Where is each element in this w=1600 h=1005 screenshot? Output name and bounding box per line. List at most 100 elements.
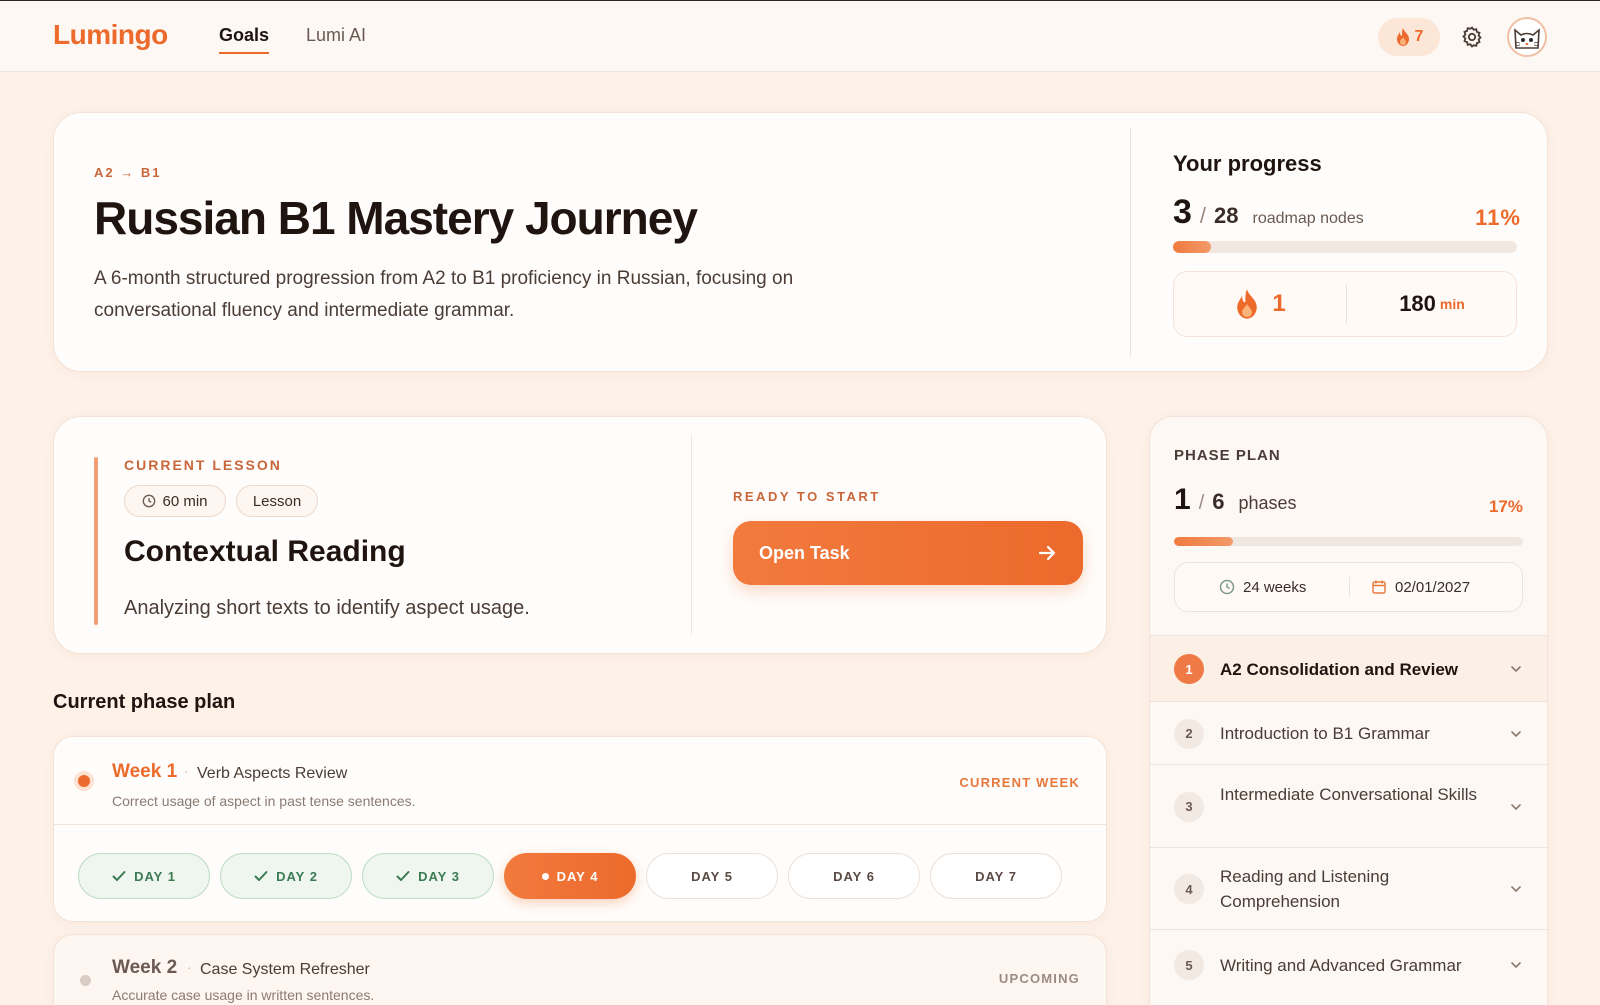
week-goal: Correct usage of aspect in past tense se… xyxy=(112,793,416,809)
cat-avatar-icon xyxy=(1514,28,1540,49)
phase-percent: 17% xyxy=(1488,497,1523,516)
phase-number: 3 xyxy=(1174,791,1204,822)
lesson-type-chip: Lesson xyxy=(236,485,318,517)
chevron-down-icon[interactable] xyxy=(1509,958,1523,972)
day-pill-3[interactable]: DAY 3 xyxy=(362,853,494,899)
progress-bar-fill xyxy=(1173,241,1211,253)
phase-done: 1 xyxy=(1174,483,1191,516)
goal-card: A2 → B1 Russian B1 Mastery Journey A 6-m… xyxy=(53,112,1548,372)
phase-name: Introduction to B1 Grammar xyxy=(1220,724,1430,743)
phase-end-date-text: 02/01/2027 xyxy=(1395,578,1471,596)
nav-tab-goals[interactable]: Goals xyxy=(219,25,270,54)
lesson-tag: CURRENT LESSON xyxy=(124,457,282,473)
day-label: DAY 2 xyxy=(276,868,318,884)
day-label: DAY 6 xyxy=(833,868,875,884)
phase-name: Reading and Listening Comprehension xyxy=(1220,867,1390,911)
divider xyxy=(1349,577,1350,597)
minutes-unit: min xyxy=(1439,296,1465,312)
progress-done: 3 xyxy=(1173,193,1192,231)
day-pill-1[interactable]: DAY 1 xyxy=(78,853,210,899)
phase-name: A2 Consolidation and Review xyxy=(1220,659,1459,679)
lesson-description: Analyzing short texts to identify aspect… xyxy=(124,597,530,619)
open-task-label: Open Task xyxy=(759,542,850,563)
phase-item-1[interactable]: 1 A2 Consolidation and Review xyxy=(1150,635,1547,701)
week-header[interactable]: Week 1 · Verb Aspects Review Correct usa… xyxy=(54,737,1106,825)
calendar-icon xyxy=(1372,580,1386,594)
phase-total: 6 xyxy=(1212,489,1225,514)
streak-stat: 1 xyxy=(1174,272,1346,336)
check-icon xyxy=(396,871,410,881)
nav-tab-lumi-ai[interactable]: Lumi AI xyxy=(306,25,366,52)
progress-title: Your progress xyxy=(1173,151,1322,176)
phase-slash: / xyxy=(1198,492,1205,514)
progress-total: 28 xyxy=(1214,203,1239,228)
open-task-button[interactable]: Open Task xyxy=(733,521,1083,585)
phase-item-4[interactable]: 4 Reading and Listening Comprehension xyxy=(1150,847,1547,929)
gear-icon[interactable] xyxy=(1460,25,1484,49)
phase-name: Writing and Advanced Grammar xyxy=(1220,955,1462,975)
phase-unit: phases xyxy=(1238,493,1297,513)
lesson-accent-bar xyxy=(94,457,98,625)
divider xyxy=(691,435,692,635)
phase-item-5[interactable]: 5 Writing and Advanced Grammar xyxy=(1150,929,1547,999)
chevron-down-icon[interactable] xyxy=(1509,662,1523,676)
phase-number: 5 xyxy=(1174,950,1204,980)
progress-stats: 1 180 min xyxy=(1173,271,1517,337)
phase-plan-label: PHASE PLAN xyxy=(1174,447,1281,464)
lesson-type: Lesson xyxy=(252,492,302,510)
phase-section-title: Current phase plan xyxy=(53,691,236,713)
phase-end-date: 02/01/2027 xyxy=(1371,563,1470,611)
check-icon xyxy=(254,871,268,881)
progress-label: roadmap nodes xyxy=(1252,210,1364,227)
chevron-down-icon[interactable] xyxy=(1509,727,1523,741)
divider xyxy=(1130,127,1131,357)
phase-number: 2 xyxy=(1174,718,1204,749)
progress-bar xyxy=(1173,241,1517,253)
progress-count: 3 / 28 roadmap nodes xyxy=(1173,193,1364,232)
lesson-duration: 60 min xyxy=(162,492,208,510)
phase-plan-card: PHASE PLAN 1 / 6 phases 17% 24 weeks 02/… xyxy=(1149,416,1548,1005)
day-label: DAY 1 xyxy=(134,868,176,884)
avatar[interactable] xyxy=(1507,17,1547,57)
week-status: CURRENT WEEK xyxy=(959,775,1080,790)
week-name: Week 2 xyxy=(112,957,178,978)
current-week-dot xyxy=(78,775,90,787)
week-status: UPCOMING xyxy=(998,971,1080,986)
day-pill-4[interactable]: DAY 4 xyxy=(504,853,636,899)
brand-logo[interactable]: Lumingo xyxy=(53,19,168,51)
ready-label: READY TO START xyxy=(733,489,881,504)
goal-title: Russian B1 Mastery Journey xyxy=(94,192,698,244)
goal-level-tag: A2 → B1 xyxy=(94,165,162,180)
phase-progress-bar xyxy=(1174,537,1523,546)
chevron-down-icon[interactable] xyxy=(1509,882,1523,896)
flame-icon xyxy=(1237,289,1258,319)
streak-badge[interactable]: 7 xyxy=(1378,18,1440,56)
week-dot xyxy=(80,975,91,986)
week-topic: Verb Aspects Review xyxy=(197,765,348,782)
phase-item-3[interactable]: 3 Intermediate Conversational Skills xyxy=(1150,764,1547,847)
day-pill-6[interactable]: DAY 6 xyxy=(788,853,920,899)
minutes-stat: 180 min xyxy=(1346,272,1518,336)
week-topic: Case System Refresher xyxy=(200,961,370,978)
clock-icon xyxy=(143,494,156,508)
check-icon xyxy=(112,871,126,881)
day-pill-2[interactable]: DAY 2 xyxy=(220,853,352,899)
week-card-2[interactable]: Week 2 · Case System Refresher Accurate … xyxy=(53,934,1107,1005)
week-name: Week 1 xyxy=(112,761,178,782)
chevron-down-icon[interactable] xyxy=(1509,800,1523,814)
lesson-title: Contextual Reading xyxy=(124,535,406,568)
phase-number: 1 xyxy=(1174,654,1204,684)
phase-number: 4 xyxy=(1174,874,1204,904)
day-label: DAY 3 xyxy=(418,868,460,884)
lesson-duration-chip: 60 min xyxy=(124,485,226,517)
minutes-value: 180 xyxy=(1399,291,1436,316)
phase-name: Intermediate Conversational Skills xyxy=(1220,784,1478,804)
clock-icon xyxy=(1219,579,1235,595)
day-pill-7[interactable]: DAY 7 xyxy=(930,853,1062,899)
goal-description: A 6-month structured progression from A2… xyxy=(94,268,794,321)
day-label: DAY 7 xyxy=(975,868,1017,884)
day-pill-5[interactable]: DAY 5 xyxy=(646,853,778,899)
week-card-1: Week 1 · Verb Aspects Review Correct usa… xyxy=(53,736,1107,922)
phase-item-2[interactable]: 2 Introduction to B1 Grammar xyxy=(1150,701,1547,764)
flame-icon xyxy=(1396,28,1409,46)
